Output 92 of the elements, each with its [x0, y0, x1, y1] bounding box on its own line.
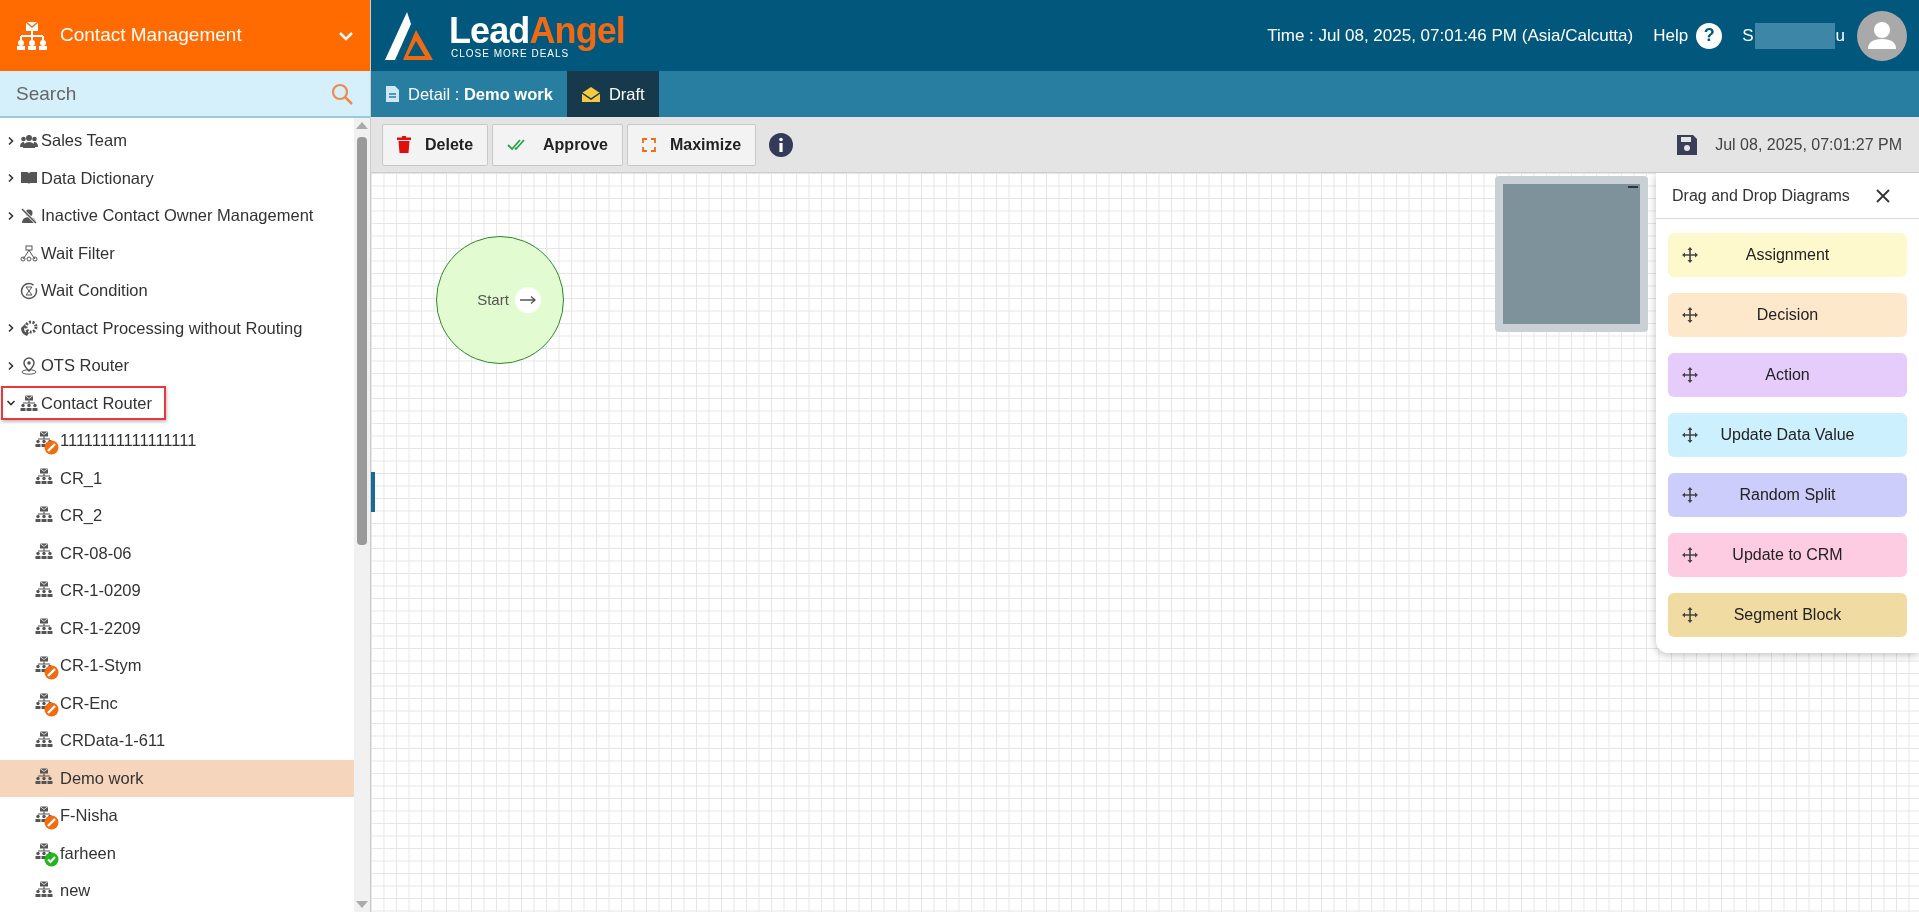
- maximize-button[interactable]: Maximize: [626, 123, 757, 166]
- org-chart-icon: [35, 505, 53, 523]
- tree-item[interactable]: CR-08-06: [0, 534, 354, 572]
- chevron-right-icon[interactable]: [6, 360, 16, 371]
- tree-item[interactable]: Wait Condition: [41, 278, 148, 304]
- panel-title: Drag and Drop Diagrams: [1672, 185, 1851, 206]
- tree-item[interactable]: farheen: [0, 834, 354, 872]
- start-node[interactable]: Start: [436, 236, 564, 364]
- info-icon[interactable]: [768, 131, 795, 158]
- org-chart-icon: [35, 768, 53, 786]
- tree-item[interactable]: Contact Processing without Routing: [41, 315, 303, 341]
- timer-icon: [19, 281, 38, 300]
- palette-item[interactable]: Decision: [1668, 293, 1907, 337]
- org-chart-icon: [19, 394, 38, 412]
- scrollbar[interactable]: [354, 118, 370, 912]
- tree-item[interactable]: OTS Router: [41, 353, 130, 379]
- org-chart-icon: [16, 20, 48, 51]
- org-chart-icon: [35, 618, 53, 636]
- user-name: S: [1742, 24, 1754, 47]
- tree-item[interactable]: 11111111111111111: [0, 422, 354, 460]
- tree-item[interactable]: F-Nisha: [0, 797, 354, 835]
- edit-badge-icon: [44, 814, 59, 830]
- tree-item[interactable]: new: [0, 872, 354, 910]
- edit-badge-icon: [44, 439, 59, 455]
- book-icon: [19, 171, 38, 186]
- move-icon: [1682, 427, 1698, 443]
- palette-item[interactable]: Update Data Value: [1668, 413, 1907, 457]
- resize-handle[interactable]: [371, 472, 375, 512]
- tree-item[interactable]: CRData-1-611: [0, 722, 354, 760]
- maximize-icon: [641, 137, 656, 152]
- tree-item[interactable]: CR-Enc: [0, 684, 354, 722]
- tree-item[interactable]: Contact Router: [41, 390, 152, 416]
- move-icon: [1682, 607, 1698, 623]
- palette-item[interactable]: Segment Block: [1668, 593, 1907, 637]
- palette-item[interactable]: Random Split: [1668, 473, 1907, 517]
- org-chart-icon: [35, 468, 53, 486]
- avatar-icon[interactable]: [1857, 10, 1907, 61]
- tree-item[interactable]: CR-1-0209: [0, 572, 354, 610]
- org-chart-icon: [35, 880, 53, 898]
- chevron-down-icon: [338, 30, 354, 41]
- chevron-down-icon[interactable]: [6, 399, 16, 408]
- module-title: Contact Management: [60, 23, 243, 48]
- move-icon: [1682, 487, 1698, 503]
- chevron-right-icon[interactable]: [6, 173, 16, 184]
- org-chart-icon: [35, 543, 53, 561]
- move-icon: [1682, 247, 1698, 263]
- move-icon: [1682, 547, 1698, 563]
- user-name: u: [1835, 24, 1845, 47]
- delete-button[interactable]: Delete: [382, 123, 489, 166]
- gear-icon: [19, 319, 38, 337]
- help-icon[interactable]: ?: [1696, 22, 1723, 49]
- org-chart-icon: [35, 580, 53, 598]
- envelope-open-icon: [580, 85, 601, 103]
- flow-icon: [19, 244, 38, 262]
- tree-item[interactable]: Inactive Contact Owner Management: [41, 203, 314, 229]
- move-icon: [1682, 307, 1698, 323]
- chevron-right-icon[interactable]: [6, 210, 16, 221]
- palette-item[interactable]: Action: [1668, 353, 1907, 397]
- tree-item[interactable]: CR-1-2209: [0, 609, 354, 647]
- tree-item[interactable]: Sales Team: [41, 128, 127, 154]
- edit-badge-icon: [44, 702, 59, 718]
- arrow-right-icon[interactable]: [514, 287, 541, 313]
- tree-item[interactable]: Data Dictionary: [41, 165, 154, 191]
- palette-item[interactable]: Update to CRM: [1668, 533, 1907, 577]
- tree-item[interactable]: CR_1: [0, 459, 354, 497]
- edit-badge-icon: [44, 664, 59, 680]
- help-link[interactable]: Help: [1653, 22, 1689, 49]
- approve-button[interactable]: Approve: [492, 123, 623, 166]
- chevron-right-icon[interactable]: [6, 135, 16, 146]
- trash-icon: [397, 136, 411, 153]
- tree-item[interactable]: Demo work: [0, 759, 354, 797]
- move-icon: [1682, 367, 1698, 383]
- logo-tagline: CLOSE MORE DEALS: [450, 48, 570, 59]
- node-label: Start: [477, 289, 509, 310]
- close-icon[interactable]: [1875, 187, 1891, 204]
- document-icon: [385, 85, 400, 103]
- user-off-icon: [19, 207, 38, 224]
- org-chart-icon: [35, 730, 53, 748]
- tree-item[interactable]: CR-1-Stym: [0, 647, 354, 685]
- save-icon: [1675, 132, 1700, 157]
- tree-item[interactable]: Wait Filter: [41, 240, 115, 266]
- saved-timestamp: Jul 08, 2025, 07:01:27 PM: [1715, 134, 1902, 155]
- current-time: Time : Jul 08, 2025, 07:01:46 PM (Asia/Calcutta): [1267, 24, 1634, 47]
- palette-item[interactable]: Assignment: [1668, 233, 1907, 277]
- logo-wordmark: LeadAngel: [449, 12, 625, 49]
- tree-item[interactable]: CR_2: [0, 497, 354, 535]
- location-pin-icon: [19, 356, 38, 375]
- chevron-right-icon[interactable]: [6, 323, 16, 334]
- tab[interactable]: Draft: [566, 71, 659, 117]
- check-badge-icon: [44, 852, 59, 868]
- search-field[interactable]: Search: [0, 71, 370, 118]
- people-icon: [19, 133, 38, 148]
